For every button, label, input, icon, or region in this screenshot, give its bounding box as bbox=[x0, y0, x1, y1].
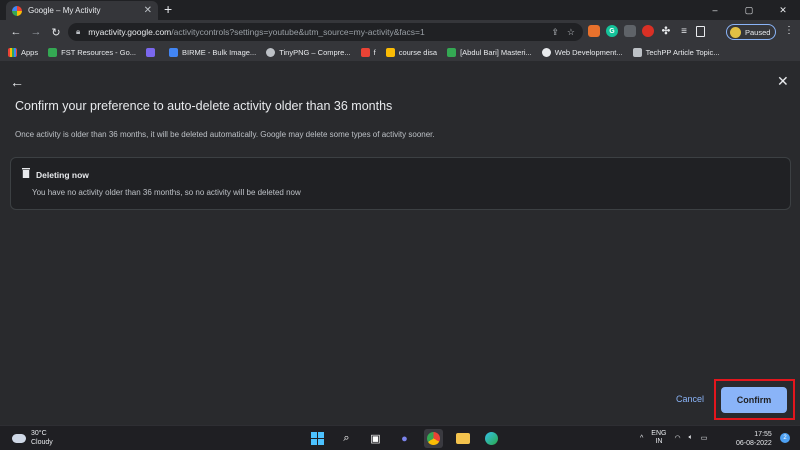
birme-icon bbox=[169, 48, 178, 57]
tab-strip: Google – My Activity ✕ + – ▢ ✕ bbox=[0, 0, 800, 20]
bookmark-item[interactable]: TechPP Article Topic... bbox=[632, 48, 720, 57]
card-body: You have no activity older than 36 month… bbox=[32, 188, 301, 197]
task-view-icon[interactable]: ▣ bbox=[366, 429, 385, 448]
extension-gray-icon[interactable] bbox=[624, 25, 636, 37]
bookmark-item[interactable]: course disa bbox=[385, 48, 437, 57]
page-content: ← ✕ Confirm your preference to auto-dele… bbox=[0, 61, 800, 425]
minimize-button[interactable]: – bbox=[698, 0, 732, 20]
bookmark-item[interactable] bbox=[146, 48, 159, 57]
teams-icon bbox=[146, 48, 155, 57]
bookmark-item[interactable]: Web Development... bbox=[541, 48, 623, 57]
lock-icon[interactable]: 🔒︎ bbox=[76, 27, 80, 37]
drive-icon bbox=[48, 48, 58, 57]
file-explorer-icon[interactable] bbox=[453, 429, 472, 448]
search-icon[interactable]: ⌕ bbox=[337, 429, 356, 448]
bookmarks-bar: Apps FST Resources - Go... BIRME - Bulk … bbox=[0, 44, 800, 61]
extensions-puzzle-icon[interactable]: ✣ bbox=[660, 25, 672, 37]
edge-icon[interactable] bbox=[482, 429, 501, 448]
temperature: 30°C bbox=[31, 430, 47, 437]
weather-widget[interactable]: 30°C Cloudy bbox=[12, 429, 53, 447]
time: 17:55 bbox=[754, 431, 772, 438]
drive-icon bbox=[447, 48, 457, 57]
bookmark-item[interactable]: BIRME - Bulk Image... bbox=[169, 48, 256, 57]
chat-icon[interactable]: ● bbox=[395, 429, 414, 448]
drive-icon bbox=[385, 48, 395, 57]
date: 06-08-2022 bbox=[736, 440, 772, 447]
reading-list-icon[interactable]: ≡ bbox=[678, 25, 690, 37]
grammarly-icon[interactable]: G bbox=[606, 25, 618, 37]
close-tab-icon[interactable]: ✕ bbox=[144, 5, 152, 16]
more-menu-icon[interactable]: ⋮ bbox=[784, 25, 794, 36]
close-window-button[interactable]: ✕ bbox=[766, 0, 800, 20]
close-icon[interactable]: ✕ bbox=[777, 73, 789, 90]
bookmark-star-icon[interactable]: ☆ bbox=[567, 27, 575, 38]
bookmark-item[interactable]: FST Resources - Go... bbox=[48, 48, 136, 57]
new-tab-button[interactable]: + bbox=[164, 2, 172, 16]
wifi-icon[interactable]: ◠ bbox=[674, 434, 680, 442]
page-icon bbox=[632, 48, 642, 57]
reload-icon[interactable]: ↻ bbox=[48, 26, 64, 39]
url-path: /activitycontrols?settings=youtube&utm_s… bbox=[171, 27, 425, 37]
web-icon bbox=[541, 48, 551, 57]
windows-start-icon[interactable] bbox=[308, 429, 327, 448]
bookmark-item[interactable]: TinyPNG – Compre... bbox=[266, 48, 351, 57]
cloud-icon bbox=[12, 433, 26, 443]
deleting-now-card: Deleting now You have no activity older … bbox=[10, 157, 791, 210]
tinypng-icon bbox=[266, 48, 276, 57]
dialog-description: Once activity is older than 36 months, i… bbox=[15, 130, 435, 139]
back-icon[interactable]: ← bbox=[8, 26, 24, 38]
browser-toolbar: ← → ↻ 🔒︎ myactivity.google.com /activity… bbox=[0, 20, 800, 44]
chevron-up-icon[interactable]: ^ bbox=[640, 435, 643, 442]
browser-tab[interactable]: Google – My Activity ✕ bbox=[6, 1, 158, 20]
trash-icon bbox=[22, 168, 30, 178]
forward-icon[interactable]: → bbox=[28, 26, 44, 38]
address-bar[interactable]: 🔒︎ myactivity.google.com /activitycontro… bbox=[68, 23, 583, 41]
system-tray: ^ ENG IN ◠ 🔈︎ ▭ bbox=[640, 430, 707, 446]
avatar bbox=[730, 26, 741, 38]
language-indicator[interactable]: ENG IN bbox=[651, 430, 666, 446]
extensions-area: G ✣ ≡ bbox=[588, 25, 705, 37]
chrome-icon[interactable] bbox=[424, 429, 443, 448]
bookmark-apps[interactable]: Apps bbox=[8, 48, 38, 57]
side-panel-icon[interactable] bbox=[696, 25, 705, 37]
back-arrow-icon[interactable]: ← bbox=[10, 74, 24, 90]
confirm-button[interactable]: Confirm bbox=[721, 387, 787, 413]
cancel-button[interactable]: Cancel bbox=[676, 394, 704, 404]
clock[interactable]: 17:55 06-08-2022 bbox=[736, 430, 772, 448]
card-title: Deleting now bbox=[36, 170, 89, 180]
google-favicon-icon bbox=[12, 5, 22, 16]
share-icon[interactable]: ⇪ bbox=[551, 27, 559, 38]
window-controls: – ▢ ✕ bbox=[698, 0, 800, 20]
volume-icon[interactable]: 🔈︎ bbox=[689, 434, 693, 442]
taskbar: 30°C Cloudy ⌕ ▣ ● ^ ENG IN ◠ 🔈︎ ▭ 17:55 … bbox=[0, 425, 800, 450]
notification-badge[interactable]: 2 bbox=[780, 433, 790, 443]
weather-condition: Cloudy bbox=[31, 439, 53, 446]
profile-button[interactable]: Paused bbox=[726, 24, 776, 40]
restore-button[interactable]: ▢ bbox=[732, 0, 766, 20]
taskbar-apps: ⌕ ▣ ● bbox=[308, 429, 501, 448]
battery-icon[interactable]: ▭ bbox=[701, 434, 708, 442]
adblock-icon[interactable] bbox=[642, 25, 654, 37]
bookmark-item[interactable]: f bbox=[360, 48, 376, 57]
bookmark-item[interactable]: [Abdul Bari] Masteri... bbox=[447, 48, 532, 57]
apps-grid-icon bbox=[8, 48, 17, 57]
tab-title: Google – My Activity bbox=[28, 6, 101, 15]
profile-status: Paused bbox=[745, 27, 771, 37]
f-icon bbox=[360, 48, 370, 57]
extension-orange-icon[interactable] bbox=[588, 25, 600, 37]
url-host: myactivity.google.com bbox=[88, 27, 172, 37]
dialog-heading: Confirm your preference to auto-delete a… bbox=[15, 99, 393, 113]
